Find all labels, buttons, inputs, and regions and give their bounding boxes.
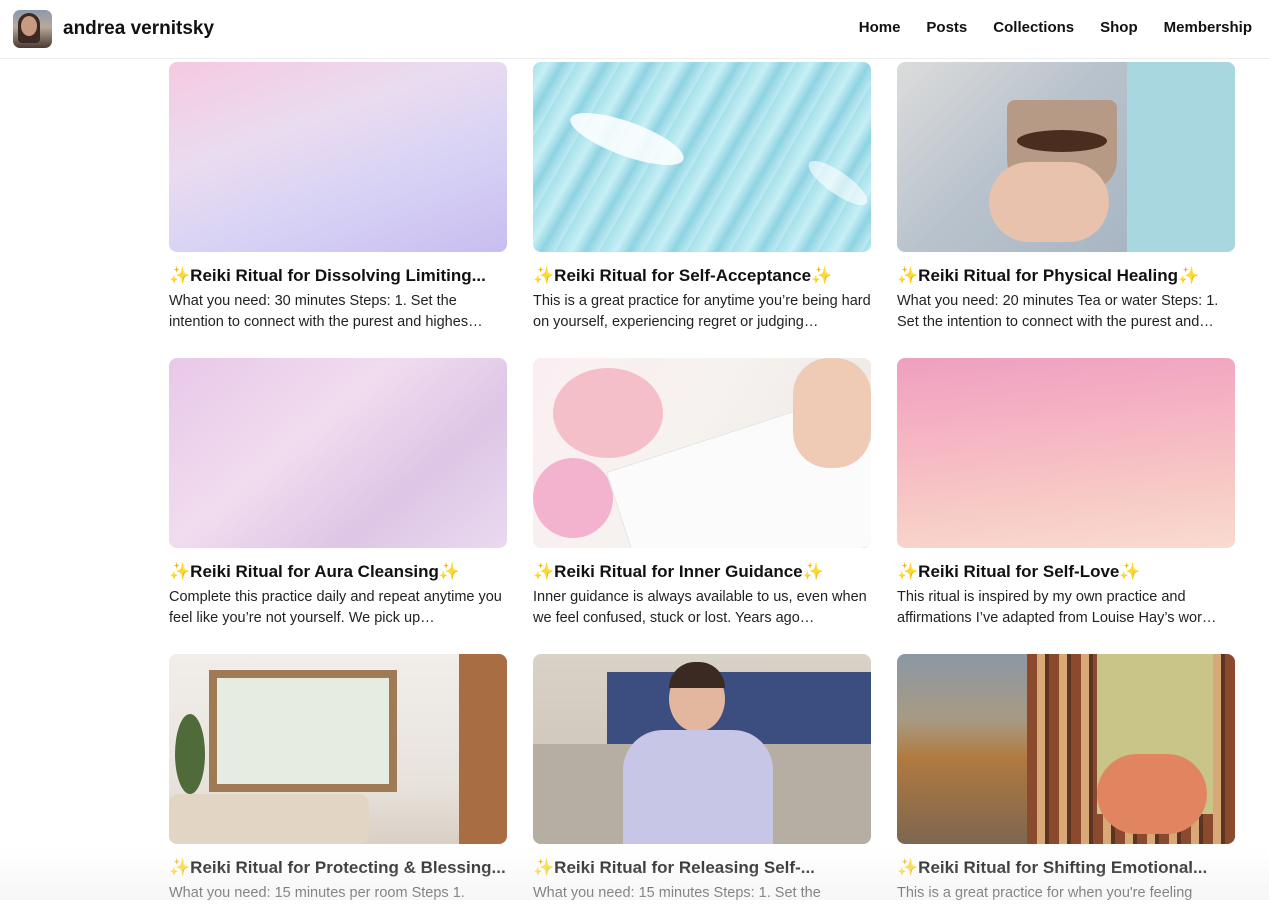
- post-title[interactable]: ✨Reiki Ritual for Aura Cleansing✨: [169, 561, 507, 583]
- post-card[interactable]: ✨Reiki Ritual for Inner Guidance✨ Inner …: [533, 358, 871, 628]
- post-excerpt: What you need: 20 minutes Tea or water S…: [897, 293, 1219, 330]
- hands-shape: [1097, 754, 1207, 834]
- post-card[interactable]: ✨Reiki Ritual for Protecting & Blessing.…: [169, 654, 507, 924]
- post-thumbnail[interactable]: [897, 654, 1235, 844]
- nav-shop[interactable]: Shop: [1100, 19, 1138, 36]
- post-title[interactable]: ✨Reiki Ritual for Dissolving Limiting...: [169, 265, 507, 287]
- post-title[interactable]: ✨Reiki Ritual for Self-Love✨: [897, 561, 1235, 583]
- window-pane: [217, 678, 389, 784]
- post-excerpt: What you need: 30 minutes Steps: 1. Set …: [169, 293, 483, 330]
- sparkles-icon: ✨: [169, 266, 191, 285]
- sparkles-icon: ✨: [533, 266, 555, 285]
- post-card[interactable]: ✨Reiki Ritual for Dissolving Limiting...…: [169, 62, 507, 332]
- avatar-face: [21, 16, 37, 36]
- sparkles-icon: ✨: [533, 562, 555, 581]
- post-card[interactable]: ✨Reiki Ritual for Self-Love✨ This ritual…: [897, 358, 1235, 628]
- feather-shape: [564, 102, 690, 176]
- main-nav: Home Posts Collections Shop Membership: [859, 19, 1252, 36]
- hair-shape: [669, 662, 725, 688]
- sofa-shape: [169, 794, 369, 844]
- post-excerpt: Complete this practice daily and repeat …: [169, 589, 502, 626]
- sparkles-icon: ✨: [897, 562, 919, 581]
- post-title[interactable]: ✨Reiki Ritual for Shifting Emotional...: [897, 857, 1235, 879]
- hoodie-shape: [623, 730, 773, 844]
- post-title[interactable]: ✨Reiki Ritual for Inner Guidance✨: [533, 561, 871, 583]
- top-bar: andrea vernitsky Home Posts Collections …: [0, 0, 1269, 59]
- site-name[interactable]: andrea vernitsky: [63, 18, 214, 40]
- post-excerpt: This is a great practice for anytime you…: [533, 293, 871, 330]
- flower-shape: [533, 458, 613, 538]
- post-thumbnail[interactable]: [533, 358, 871, 548]
- sparkles-icon: ✨: [533, 858, 555, 877]
- post-title[interactable]: ✨Reiki Ritual for Releasing Self-...: [533, 857, 871, 879]
- sparkles-icon: ✨: [169, 562, 191, 581]
- post-card[interactable]: ✨Reiki Ritual for Shifting Emotional... …: [897, 654, 1235, 924]
- sweater-shape: [1127, 62, 1235, 252]
- post-excerpt: What you need: 15 minutes Steps: 1. Set …: [533, 885, 821, 901]
- post-excerpt: This ritual is inspired by my own practi…: [897, 589, 1217, 626]
- post-thumbnail[interactable]: [897, 62, 1235, 252]
- nav-collections[interactable]: Collections: [993, 19, 1074, 36]
- post-card[interactable]: ✨Reiki Ritual for Physical Healing✨ What…: [897, 62, 1235, 332]
- nav-home[interactable]: Home: [859, 19, 901, 36]
- post-card[interactable]: ✨Reiki Ritual for Releasing Self-... Wha…: [533, 654, 871, 924]
- hands-shape: [989, 162, 1109, 242]
- feather-shape: [803, 153, 871, 213]
- post-title[interactable]: ✨Reiki Ritual for Self-Acceptance✨: [533, 265, 871, 287]
- post-thumbnail[interactable]: [533, 654, 871, 844]
- post-title[interactable]: ✨Reiki Ritual for Protecting & Blessing.…: [169, 857, 507, 879]
- post-excerpt: This is a great practice for when you're…: [897, 885, 1193, 901]
- plant-shape: [175, 714, 205, 794]
- sparkles-icon: ✨: [897, 858, 919, 877]
- post-thumbnail[interactable]: [169, 358, 507, 548]
- nav-membership[interactable]: Membership: [1164, 19, 1252, 36]
- sparkles-icon: ✨: [169, 858, 191, 877]
- nav-posts[interactable]: Posts: [926, 19, 967, 36]
- tea-surface: [1017, 130, 1107, 152]
- flower-shape: [553, 368, 663, 458]
- hand-shape: [793, 358, 871, 468]
- post-excerpt: Inner guidance is always available to us…: [533, 589, 867, 626]
- avatar[interactable]: [13, 10, 52, 48]
- post-thumbnail[interactable]: [169, 62, 507, 252]
- post-thumbnail[interactable]: [533, 62, 871, 252]
- wood-panel: [459, 654, 507, 844]
- post-thumbnail[interactable]: [897, 358, 1235, 548]
- post-thumbnail[interactable]: [169, 654, 507, 844]
- post-excerpt: What you need: 15 minutes per room Steps…: [169, 885, 465, 901]
- post-title[interactable]: ✨Reiki Ritual for Physical Healing✨: [897, 265, 1235, 287]
- post-card[interactable]: ✨Reiki Ritual for Self-Acceptance✨ This …: [533, 62, 871, 332]
- sparkles-icon: ✨: [897, 266, 919, 285]
- post-card[interactable]: ✨Reiki Ritual for Aura Cleansing✨ Comple…: [169, 358, 507, 628]
